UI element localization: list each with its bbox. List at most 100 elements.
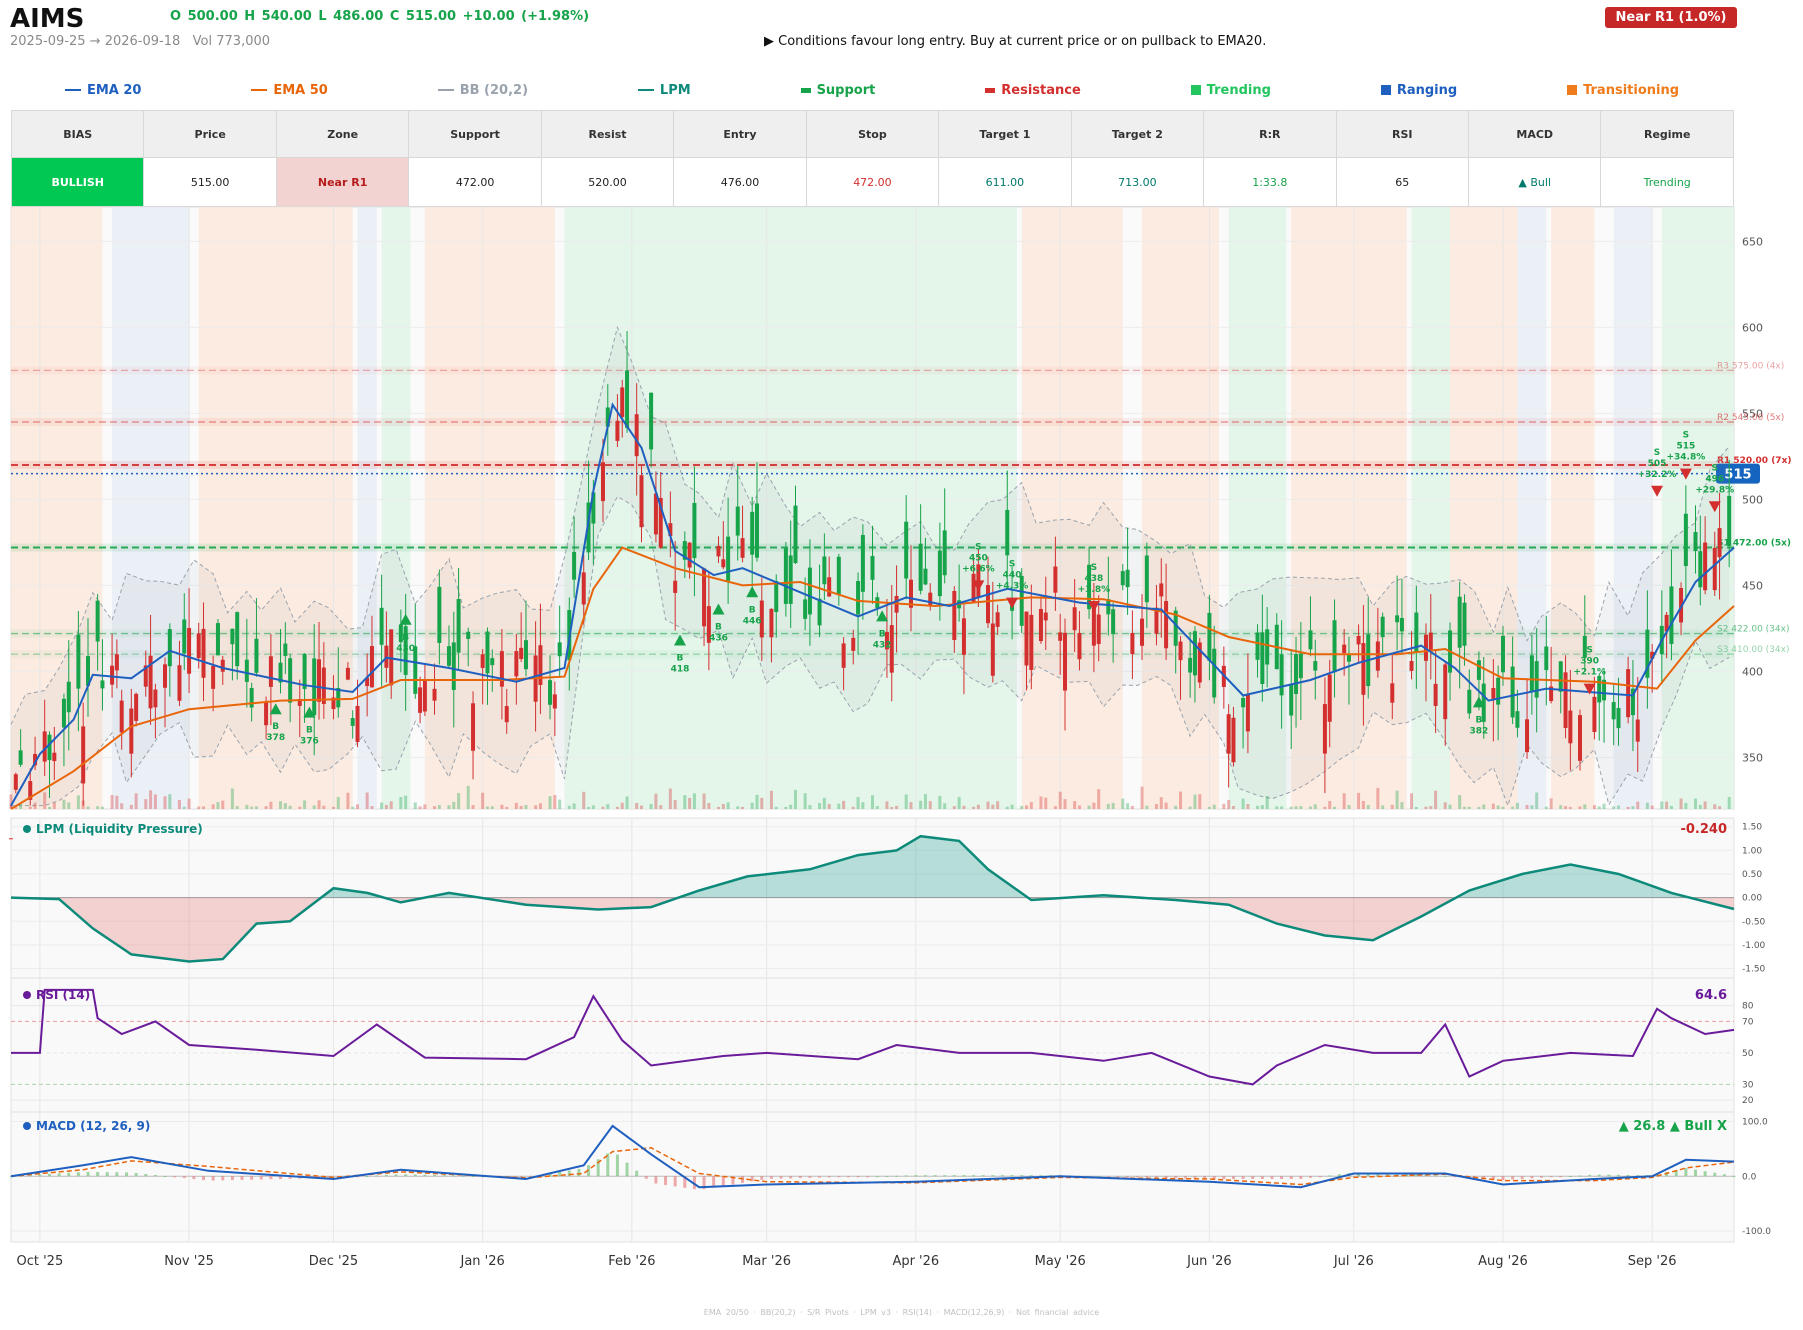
macd-histogram-bar [86,1171,90,1177]
volume-bar [1650,805,1654,809]
macd-histogram-bar [230,1176,234,1181]
volume-bar [1669,805,1673,809]
volume-bar [871,795,874,809]
macd-histogram-bar [837,1176,841,1178]
volume-bar [726,802,730,809]
trade-label-line: S [1654,448,1660,458]
candle-body [918,543,923,591]
volume-bar [1631,806,1635,809]
candle-body [1467,689,1472,714]
volume-bar [1097,789,1101,809]
volume-bar [279,801,283,809]
volume-bar [938,795,942,809]
volume-bar [1121,798,1125,809]
volume-bar [62,799,66,809]
lpm-title: LPM (Liquidity Pressure) [36,822,203,836]
volume-bar [1515,802,1519,809]
trade-label-line: +3.8% [1078,585,1111,595]
volume-bar [115,795,119,809]
candle-body [268,656,273,687]
macd-histogram-bar [67,1172,71,1177]
candle-body [1577,715,1582,761]
macd-histogram-bar [105,1172,109,1177]
candle-body [721,559,726,568]
volume-bar [298,806,302,809]
volume-bar [1073,801,1077,809]
candle-body [422,679,427,712]
volume-bar [784,806,788,809]
candle-body [1544,646,1549,671]
volume-bar [1126,803,1130,809]
trade-label-line: +34.8% [1666,453,1705,463]
candle-body [167,629,172,667]
candle-body [1361,643,1366,695]
macd-histogram-bar [240,1176,244,1180]
candle-body [215,623,220,656]
candle-body [836,556,841,595]
volume-bar [1294,806,1298,809]
candle-body [986,585,991,624]
volume-bar [221,800,225,809]
candle-body [61,698,66,728]
footer-note: EMA 20/50 · BB(20,2) · S/R Pivots · LPM … [703,1308,1100,1317]
trade-label-line: S [1586,646,1592,656]
volume-bar [904,794,908,809]
volume-bar [875,805,879,809]
macd-histogram-bar [192,1176,196,1180]
candle-body [615,420,620,441]
macd-histogram-bar [96,1172,100,1177]
volume-bar [144,799,148,809]
macd-histogram-bar [269,1176,273,1180]
lpm-dot [23,825,31,833]
candle-body [769,608,774,638]
candle-body [182,619,187,654]
volume-bar [1342,793,1346,809]
trade-label-line: 450 [969,553,988,563]
volume-bar [86,806,90,809]
volume-bar [572,803,576,809]
volume-bar [1308,806,1312,809]
volume-bar [437,804,441,809]
candle-body [1568,710,1573,744]
trade-label-line: +4.3% [996,582,1029,592]
volume-bar [134,793,138,809]
candle-body [1462,602,1467,646]
volume-bar [673,800,677,809]
macd-histogram-bar [1328,1175,1332,1177]
candle-body [76,634,81,689]
volume-bar [163,796,167,809]
trade-label-line: S [1683,431,1689,441]
candle-body [1053,566,1058,593]
regime-band-trending [752,207,1017,809]
x-tick-label: Jun '26 [1186,1254,1232,1269]
volume-bar [168,794,172,809]
rsi-panel [10,977,1735,1113]
macd-histogram-bar [211,1176,215,1181]
price-tick-label: 600 [1742,321,1763,334]
volume-bar [481,792,485,809]
macd-histogram-bar [461,1175,465,1177]
candle-body [1241,698,1246,708]
candle-body [211,666,216,689]
macd-histogram-bar [1732,1175,1736,1177]
macd-histogram-bar [38,1174,42,1177]
candle-body [1212,648,1217,698]
candle-body [350,718,355,726]
candle-body [538,645,543,685]
chart-canvas: Oct '25 Nov '25 Dec '25 Jan '26 Feb '26 Mar '… [9,206,1791,1269]
volume-bar [336,796,340,809]
volume-bar [384,804,388,809]
candle-body [995,612,1000,627]
candle-body [1005,509,1010,556]
candle-body [288,658,293,703]
macd-histogram-bar [413,1174,417,1177]
candle-body [110,665,115,685]
macd-histogram-bar [808,1176,812,1178]
candle-body [1611,702,1616,720]
volume-bar [1077,805,1081,809]
candle-body [1698,551,1703,588]
x-tick-label: Apr '26 [892,1254,939,1269]
volume-bar [1246,803,1250,809]
volume-bar [668,788,672,809]
candle-body [1313,661,1318,671]
